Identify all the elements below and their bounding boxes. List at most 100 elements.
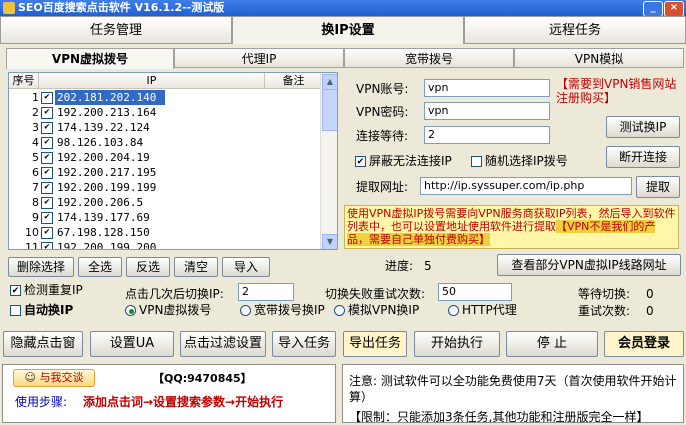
scroll-thumb[interactable] xyxy=(322,89,337,131)
row-checkbox[interactable]: ✔ xyxy=(41,227,53,239)
table-row[interactable]: 10 ✔ 67.198.128.150 xyxy=(9,225,327,240)
row-checkbox[interactable]: ✔ xyxy=(41,92,53,104)
row-number: 8 xyxy=(32,196,39,209)
retry-times-field[interactable]: 50 xyxy=(438,283,512,301)
col-header-ip[interactable]: IP xyxy=(39,73,265,89)
trial-notice: 注意: 测试软件可以全功能免费使用7天（首次使用软件开始计算） xyxy=(349,374,677,404)
help-panel: ☺ 与我交谈 【QQ:9470845】 使用步骤: 添加点击词→设置搜索参数→开… xyxy=(2,364,336,423)
app-icon xyxy=(3,2,15,14)
scroll-down-icon[interactable]: ▼ xyxy=(322,234,337,249)
select-all-button[interactable]: 全选 xyxy=(78,257,122,277)
row-number: 9 xyxy=(32,211,39,224)
qq-chat-button[interactable]: ☺ 与我交谈 xyxy=(13,369,95,387)
close-button[interactable]: × xyxy=(664,1,684,17)
row-checkbox[interactable]: ✔ xyxy=(41,197,53,209)
notice-panel: 注意: 测试软件可以全功能免费使用7天（首次使用软件开始计算） 【限制：只能添加… xyxy=(342,364,684,424)
table-row[interactable]: 8 ✔ 192.200.206.5 xyxy=(9,195,327,210)
member-login-button[interactable]: 会员登录 xyxy=(604,331,684,357)
row-checkbox[interactable]: ✔ xyxy=(41,122,53,134)
view-vpn-lines-button[interactable]: 查看部分VPN虚拟IP线路网址 xyxy=(497,254,681,276)
row-checkbox[interactable]: ✔ xyxy=(41,182,53,194)
row-ip: 192.200.204.19 xyxy=(57,151,150,164)
row-ip: 174.139.22.124 xyxy=(57,121,150,134)
table-row[interactable]: 2 ✔ 192.200.213.164 xyxy=(9,105,327,120)
fetch-url-label: 提取网址: xyxy=(356,180,409,194)
connect-wait-label: 连接等待: xyxy=(356,129,409,143)
vpn-password-label: VPN密码: xyxy=(356,105,409,119)
row-number: 1 xyxy=(32,91,39,104)
auto-switch-label: 自动换IP xyxy=(24,303,74,317)
vpn-account-label: VPN账号: xyxy=(356,82,409,96)
export-task-button[interactable]: 导出任务 xyxy=(343,331,407,357)
retry-count-label: 重试次数: xyxy=(578,304,631,318)
qq-penguin-icon: ☺ xyxy=(24,371,36,384)
mode-vpn-radio[interactable] xyxy=(125,305,136,316)
col-header-num[interactable]: 序号 xyxy=(9,73,39,89)
fetch-url-field[interactable]: http://ip.syssuper.com/ip.php xyxy=(420,177,632,195)
ip-list[interactable]: 序号 IP 备注 1 ✔ 202.181.202.140 2 ✔ 192.200.213.… xyxy=(8,72,338,250)
table-row[interactable]: 9 ✔ 174.139.177.69 xyxy=(9,210,327,225)
test-ip-button[interactable]: 测试换IP xyxy=(606,116,680,138)
row-number: 4 xyxy=(32,136,39,149)
subtab-proxy-ip[interactable]: 代理IP xyxy=(174,48,344,68)
progress-value: 5 xyxy=(424,259,432,273)
invert-select-button[interactable]: 反选 xyxy=(126,257,170,277)
subtab-vpn-simulate[interactable]: VPN模拟 xyxy=(514,48,684,68)
window-title: SEO百度搜索点击软件 V16.1.2--测试版 xyxy=(18,1,225,14)
table-row[interactable]: 6 ✔ 192.200.217.195 xyxy=(9,165,327,180)
start-button[interactable]: 开始执行 xyxy=(414,331,500,357)
hide-click-window-button[interactable]: 隐藏点击窗 xyxy=(3,331,83,357)
table-row[interactable]: 11 ✔ 192.200.199.200 xyxy=(9,240,327,249)
minimize-button[interactable]: _ xyxy=(643,1,663,17)
retry-count-value: 0 xyxy=(646,304,654,318)
set-ua-button[interactable]: 设置UA xyxy=(90,331,174,357)
click-filter-button[interactable]: 点击过滤设置 xyxy=(180,331,266,357)
delete-selected-button[interactable]: 删除选择 xyxy=(8,257,74,277)
auto-switch-checkbox[interactable] xyxy=(10,305,21,316)
col-header-note[interactable]: 备注 xyxy=(265,73,323,89)
vpn-warning: 使用VPN虚拟IP拨号需要向VPN服务商获取IP列表，然后导入到软件列表中，也可… xyxy=(344,205,679,249)
vpn-password-field[interactable]: vpn xyxy=(424,102,550,120)
scroll-up-icon[interactable]: ▲ xyxy=(322,74,337,90)
list-scrollbar[interactable]: ▲ ▼ xyxy=(320,73,337,249)
mode-broadband-radio[interactable] xyxy=(240,305,251,316)
import-task-button[interactable]: 导入任务 xyxy=(272,331,336,357)
qq-number: 【QQ:9470845】 xyxy=(153,372,252,385)
connect-wait-field[interactable]: 2 xyxy=(424,126,550,144)
row-ip: 202.181.202.140 xyxy=(55,90,165,105)
disconnect-button[interactable]: 断开连接 xyxy=(606,146,680,168)
row-checkbox[interactable]: ✔ xyxy=(41,137,53,149)
random-ip-checkbox[interactable] xyxy=(471,156,482,167)
table-row[interactable]: 7 ✔ 192.200.199.199 xyxy=(9,180,327,195)
wait-switch-value: 0 xyxy=(646,287,654,301)
row-number: 2 xyxy=(32,106,39,119)
tab-task-manage[interactable]: 任务管理 xyxy=(0,16,232,44)
table-row[interactable]: 1 ✔ 202.181.202.140 xyxy=(9,90,327,105)
fetch-button[interactable]: 提取 xyxy=(636,176,680,198)
subtab-broadband-dial[interactable]: 宽带拨号 xyxy=(344,48,514,68)
clicks-before-switch-field[interactable]: 2 xyxy=(238,283,294,301)
mode-vpn-label: VPN虚拟拨号 xyxy=(139,303,212,317)
mode-sim-vpn-radio[interactable] xyxy=(334,305,345,316)
row-ip: 98.126.103.84 xyxy=(57,136,144,149)
mode-http-proxy-radio[interactable] xyxy=(448,305,459,316)
tab-remote-task[interactable]: 远程任务 xyxy=(464,16,686,44)
stop-button[interactable]: 停 止 xyxy=(506,331,598,357)
row-checkbox[interactable]: ✔ xyxy=(41,167,53,179)
vpn-account-field[interactable]: vpn xyxy=(424,79,550,97)
table-row[interactable]: 5 ✔ 192.200.204.19 xyxy=(9,150,327,165)
subtab-vpn-dial[interactable]: VPN虚拟拨号 xyxy=(6,48,174,69)
row-checkbox[interactable]: ✔ xyxy=(41,242,53,249)
dup-check-checkbox[interactable]: ✔ xyxy=(10,285,21,296)
wait-switch-label: 等待切换: xyxy=(578,287,631,301)
row-checkbox[interactable]: ✔ xyxy=(41,212,53,224)
clear-button[interactable]: 清空 xyxy=(174,257,218,277)
block-ip-checkbox[interactable]: ✔ xyxy=(355,156,366,167)
row-checkbox[interactable]: ✔ xyxy=(41,107,53,119)
tab-ip-settings[interactable]: 换IP设置 xyxy=(232,16,464,44)
row-checkbox[interactable]: ✔ xyxy=(41,152,53,164)
table-row[interactable]: 4 ✔ 98.126.103.84 xyxy=(9,135,327,150)
table-row[interactable]: 3 ✔ 174.139.22.124 xyxy=(9,120,327,135)
steps-text: 添加点击词→设置搜索参数→开始执行 xyxy=(83,395,284,409)
import-button[interactable]: 导入 xyxy=(222,257,270,277)
